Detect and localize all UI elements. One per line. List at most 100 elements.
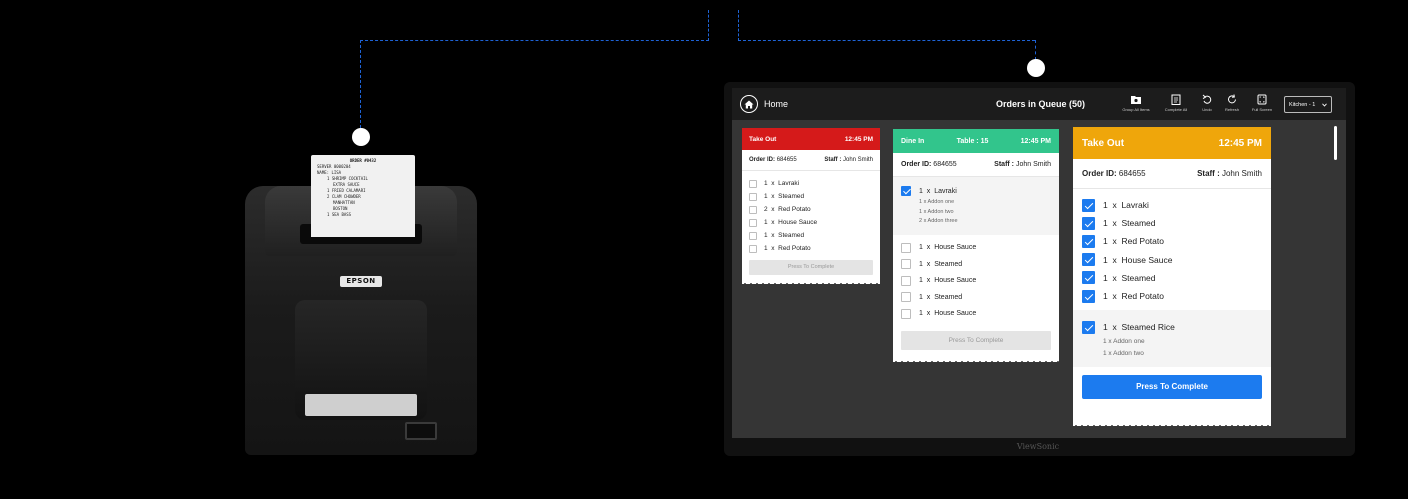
ticket-torn-edge bbox=[1073, 420, 1271, 426]
item-checkbox[interactable] bbox=[901, 259, 911, 270]
list-item[interactable]: 1 x Steamed bbox=[901, 289, 1051, 306]
staff-name: John Smith bbox=[1221, 169, 1262, 178]
ticket-meta: Order ID: 684655 Staff : John Smith bbox=[893, 153, 1059, 177]
station-select-value: Kitchen - 1 bbox=[1289, 101, 1316, 108]
order-id: 684655 bbox=[933, 161, 957, 168]
order-ticket[interactable]: Take Out 12:45 PM Order ID: 684655 Staff… bbox=[742, 128, 880, 284]
scrollbar[interactable] bbox=[1334, 126, 1338, 416]
order-time: 12:45 PM bbox=[844, 135, 873, 143]
top-bar: Home Orders in Queue (50) Group All Item… bbox=[732, 88, 1346, 120]
item-list: 1 x Lavraki 1 x Steamed 2 x Red Potato 1… bbox=[742, 171, 880, 255]
ticket-torn-edge bbox=[893, 356, 1059, 362]
monitor-brand: ViewSonic bbox=[1016, 442, 1060, 451]
addon-line: 1 x Addon two bbox=[1103, 350, 1144, 358]
connector-line bbox=[1035, 40, 1036, 60]
order-type: Dine In bbox=[901, 137, 925, 145]
item-checkbox-checked[interactable] bbox=[1082, 289, 1095, 303]
refresh-icon bbox=[1228, 94, 1236, 104]
ticket-meta: Order ID: 684655 Staff : John Smith bbox=[742, 150, 880, 171]
press-to-complete-button[interactable]: Press To Complete bbox=[749, 260, 873, 275]
addon-line: 2 x Addon three bbox=[919, 218, 958, 224]
order-ticket[interactable]: Take Out 12:45 PM Order ID: 684655 Staff… bbox=[1073, 127, 1271, 426]
group-all-items-button[interactable]: Group All Items bbox=[1118, 94, 1154, 112]
ticket-torn-edge bbox=[742, 278, 880, 284]
staff-name: John Smith bbox=[1015, 161, 1051, 168]
item-checkbox[interactable] bbox=[749, 205, 757, 214]
ticket-header: Take Out 12:45 PM bbox=[1073, 127, 1271, 159]
list-item[interactable]: 1 x Steamed bbox=[1082, 269, 1262, 287]
connector-line bbox=[360, 40, 361, 128]
list-item[interactable]: 1 x Red Potato bbox=[1082, 232, 1262, 250]
list-item[interactable]: 1 x Lavraki bbox=[1082, 196, 1262, 214]
list-item[interactable]: 1 x Red Potato bbox=[1082, 287, 1262, 305]
order-type: Take Out bbox=[749, 135, 777, 143]
chevron-down-icon bbox=[1322, 102, 1327, 107]
staff-name: John Smith bbox=[842, 157, 873, 163]
addon-line: 1 x Addon one bbox=[1103, 338, 1145, 346]
list-item[interactable]: 1 x Lavraki bbox=[749, 177, 873, 190]
list-item[interactable]: 1 x House Sauce bbox=[1082, 251, 1262, 269]
press-to-complete-button[interactable]: Press To Complete bbox=[1082, 375, 1262, 399]
list-item[interactable]: 1 x Steamed bbox=[1082, 214, 1262, 232]
item-list: 1 x House Sauce 1 x Steamed 1 x House Sa… bbox=[893, 235, 1059, 323]
page-title: Orders in Queue (50) bbox=[996, 99, 1086, 109]
item-with-addons[interactable]: 1 x Lavraki 1 x Addon one 1 x Addon two … bbox=[893, 177, 1059, 235]
item-checkbox-checked[interactable] bbox=[1082, 198, 1095, 212]
full-screen-icon bbox=[1257, 94, 1267, 105]
list-item[interactable]: 1 x Steamed bbox=[901, 256, 1051, 273]
addon-line: 1 x Addon one bbox=[919, 199, 955, 205]
item-checkbox-checked[interactable] bbox=[1082, 320, 1095, 334]
item-checkbox[interactable] bbox=[901, 242, 911, 253]
list-item[interactable]: 1 x House Sauce bbox=[901, 306, 1051, 323]
item-checkbox-checked[interactable] bbox=[1082, 271, 1095, 285]
item-checkbox-checked[interactable] bbox=[1082, 234, 1095, 248]
list-item[interactable]: 1 x House Sauce bbox=[749, 216, 873, 229]
item-checkbox-checked[interactable] bbox=[901, 186, 911, 196]
list-item[interactable]: 1 x House Sauce bbox=[901, 273, 1051, 290]
home-button[interactable] bbox=[740, 95, 758, 113]
item-checkbox[interactable] bbox=[749, 218, 757, 227]
home-label[interactable]: Home bbox=[764, 99, 788, 109]
item-checkbox[interactable] bbox=[901, 308, 911, 319]
order-type: Take Out bbox=[1082, 137, 1125, 149]
list-item[interactable]: 1 x House Sauce bbox=[901, 240, 1051, 257]
item-with-addons[interactable]: 1 x Steamed Rice 1 x Addon one 1 x Addon… bbox=[1073, 310, 1271, 368]
item-checkbox[interactable] bbox=[749, 244, 757, 253]
table-number: Table : 15 bbox=[956, 137, 989, 145]
item-checkbox[interactable] bbox=[749, 179, 757, 188]
list-item[interactable]: 1 x Steamed Rice bbox=[1082, 318, 1262, 336]
list-item[interactable]: 1 x Red Potato bbox=[749, 242, 873, 255]
ticket-header: Dine In Table : 15 12:45 PM bbox=[893, 129, 1059, 153]
item-checkbox[interactable] bbox=[901, 275, 911, 286]
group-items-icon bbox=[1131, 96, 1141, 104]
order-id: 684655 bbox=[1118, 169, 1146, 178]
item-checkbox-checked[interactable] bbox=[1082, 253, 1095, 267]
station-select[interactable]: Kitchen - 1 bbox=[1284, 96, 1332, 113]
printer-brand-label: EPSON bbox=[340, 276, 382, 287]
connector-line bbox=[738, 10, 739, 41]
item-list: 1 x Lavraki 1 x Steamed 1 x Red Potato 1… bbox=[1073, 189, 1271, 305]
item-checkbox[interactable] bbox=[749, 192, 757, 201]
item-checkbox[interactable] bbox=[749, 231, 757, 240]
list-item[interactable]: 2 x Red Potato bbox=[749, 203, 873, 216]
undo-icon bbox=[1202, 94, 1212, 104]
addon-line: 1 x Addon two bbox=[919, 208, 954, 215]
printer-control-panel bbox=[305, 394, 417, 416]
order-time: 12:45 PM bbox=[1218, 137, 1262, 149]
home-icon bbox=[744, 100, 754, 108]
connector-line bbox=[360, 40, 709, 41]
list-item[interactable]: 1 x Lavraki bbox=[901, 184, 1051, 198]
order-time: 12:45 PM bbox=[1020, 137, 1051, 145]
item-checkbox-checked[interactable] bbox=[1082, 216, 1095, 230]
list-item[interactable]: 1 x Steamed bbox=[749, 190, 873, 203]
press-to-complete-button[interactable]: Press To Complete bbox=[901, 331, 1051, 350]
list-item[interactable]: 1 x Steamed bbox=[749, 229, 873, 242]
order-id: 684655 bbox=[776, 157, 797, 163]
printed-receipt: ORDER #0432 SERVER 0000204 NAME: LISA 1 … bbox=[311, 155, 415, 237]
item-checkbox[interactable] bbox=[901, 292, 911, 303]
clipboard-icon bbox=[1171, 94, 1181, 105]
kitchen-display-screen: Home Orders in Queue (50) Group All Item… bbox=[732, 88, 1346, 438]
order-ticket[interactable]: Dine In Table : 15 12:45 PM Order ID: 68… bbox=[893, 129, 1059, 362]
full-screen-button[interactable]: Full Screen bbox=[1244, 94, 1280, 112]
scrollbar-thumb[interactable] bbox=[1334, 126, 1337, 160]
